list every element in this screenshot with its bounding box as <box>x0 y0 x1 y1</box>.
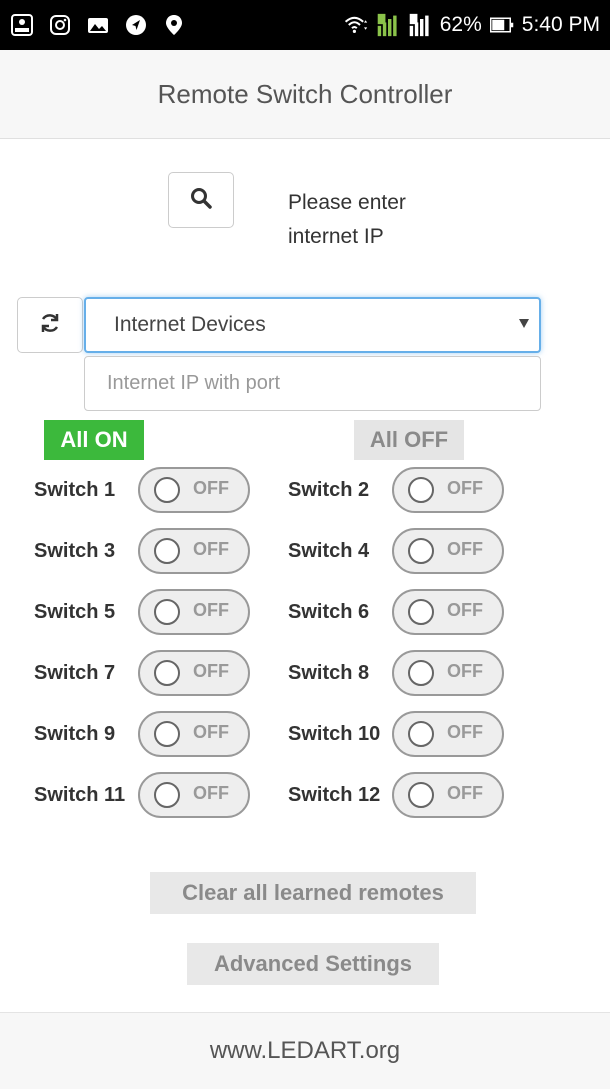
switch-toggle[interactable]: OFF <box>392 467 504 513</box>
navigation-icon <box>124 13 148 37</box>
switch-row: Switch 1 OFF <box>34 467 250 513</box>
switch-label: Switch 3 <box>34 539 116 562</box>
wifi-icon <box>344 13 368 37</box>
switch-row: Switch 8 OFF <box>288 650 504 696</box>
switch-label: Switch 7 <box>34 661 116 684</box>
search-hint-line1: Please enter <box>288 191 406 214</box>
switch-label: Switch 6 <box>288 600 370 623</box>
gallery-icon <box>86 13 110 37</box>
all-off-button[interactable]: All OFF <box>354 420 464 460</box>
device-select-value: Internet Devices <box>114 313 266 336</box>
search-icon <box>190 187 212 214</box>
refresh-button[interactable] <box>17 297 83 353</box>
chevron-down-icon <box>519 319 529 328</box>
battery-percentage: 62% <box>439 13 482 36</box>
switch-toggle[interactable]: OFF <box>392 650 504 696</box>
footer: www.LEDART.org <box>0 1012 610 1089</box>
all-on-button[interactable]: All ON <box>44 420 144 460</box>
toggle-knob <box>408 782 434 808</box>
toggle-knob <box>408 660 434 686</box>
switch-toggle[interactable]: OFF <box>392 589 504 635</box>
footer-link[interactable]: www.LEDART.org <box>210 1037 400 1065</box>
toggle-knob <box>154 477 180 503</box>
refresh-icon <box>39 312 61 339</box>
toggle-knob <box>154 660 180 686</box>
switch-toggle[interactable]: OFF <box>138 650 250 696</box>
status-bar: 62% 5:40 PM <box>0 0 610 50</box>
toggle-state: OFF <box>447 661 483 681</box>
toggle-knob <box>154 782 180 808</box>
switch-label: Switch 8 <box>288 661 370 684</box>
toggle-state: OFF <box>447 722 483 742</box>
switch-row: Switch 9 OFF <box>34 711 250 757</box>
switch-toggle[interactable]: OFF <box>392 711 504 757</box>
page-title: Remote Switch Controller <box>157 78 453 109</box>
switch-row: Switch 7 OFF <box>34 650 250 696</box>
toggle-state: OFF <box>193 661 229 681</box>
switch-toggle[interactable]: OFF <box>138 589 250 635</box>
toggle-state: OFF <box>447 539 483 559</box>
toggle-knob <box>408 538 434 564</box>
toggle-state: OFF <box>193 539 229 559</box>
system-icons: 62% 5:40 PM <box>344 13 600 37</box>
toggle-state: OFF <box>447 783 483 803</box>
switch-toggle[interactable]: OFF <box>138 528 250 574</box>
toggle-state: OFF <box>193 783 229 803</box>
switch-toggle[interactable]: OFF <box>138 772 250 818</box>
switch-label: Switch 2 <box>288 478 370 501</box>
switch-toggle[interactable]: OFF <box>138 467 250 513</box>
switch-label: Switch 1 <box>34 478 116 501</box>
toggle-knob <box>154 538 180 564</box>
search-hint: Please enter internet IP <box>288 186 488 254</box>
switch-label: Switch 5 <box>34 600 116 623</box>
search-hint-line2: internet IP <box>288 225 384 248</box>
sim1-signal-icon <box>376 13 400 37</box>
advanced-settings-button[interactable]: Advanced Settings <box>187 943 439 985</box>
clear-remotes-button[interactable]: Clear all learned remotes <box>150 872 476 914</box>
switch-row: Switch 6 OFF <box>288 589 504 635</box>
instagram-icon <box>48 13 72 37</box>
notification-icons <box>10 13 186 37</box>
battery-icon <box>489 13 514 37</box>
clock: 5:40 PM <box>521 13 600 36</box>
switch-row: Switch 2 OFF <box>288 467 504 513</box>
switch-label: Switch 12 <box>288 783 381 806</box>
switch-row: Switch 11 OFF <box>34 772 250 818</box>
sim2-signal-icon <box>408 13 432 37</box>
switch-row: Switch 10 OFF <box>288 711 504 757</box>
toggle-state: OFF <box>193 478 229 498</box>
switch-label: Switch 10 <box>288 722 381 745</box>
switch-row: Switch 3 OFF <box>34 528 250 574</box>
switch-toggle[interactable]: OFF <box>392 772 504 818</box>
toggle-state: OFF <box>193 722 229 742</box>
internet-ip-input[interactable] <box>84 356 541 411</box>
toggle-knob <box>154 599 180 625</box>
toggle-knob <box>408 477 434 503</box>
toggle-state: OFF <box>447 478 483 498</box>
toggle-state: OFF <box>447 600 483 620</box>
switch-label: Switch 11 <box>34 783 126 806</box>
search-button[interactable] <box>168 172 234 228</box>
switch-label: Switch 4 <box>288 539 370 562</box>
switch-toggle[interactable]: OFF <box>392 528 504 574</box>
switch-row: Switch 12 OFF <box>288 772 504 818</box>
location-pin-icon <box>162 13 186 37</box>
toggle-knob <box>408 599 434 625</box>
rec-icon <box>10 13 34 37</box>
switch-row: Switch 4 OFF <box>288 528 504 574</box>
switch-row: Switch 5 OFF <box>34 589 250 635</box>
switch-toggle[interactable]: OFF <box>138 711 250 757</box>
app-header: Remote Switch Controller <box>0 50 610 139</box>
switch-label: Switch 9 <box>34 722 116 745</box>
toggle-knob <box>408 721 434 747</box>
toggle-state: OFF <box>193 600 229 620</box>
toggle-knob <box>154 721 180 747</box>
device-select[interactable]: Internet Devices <box>84 297 541 353</box>
